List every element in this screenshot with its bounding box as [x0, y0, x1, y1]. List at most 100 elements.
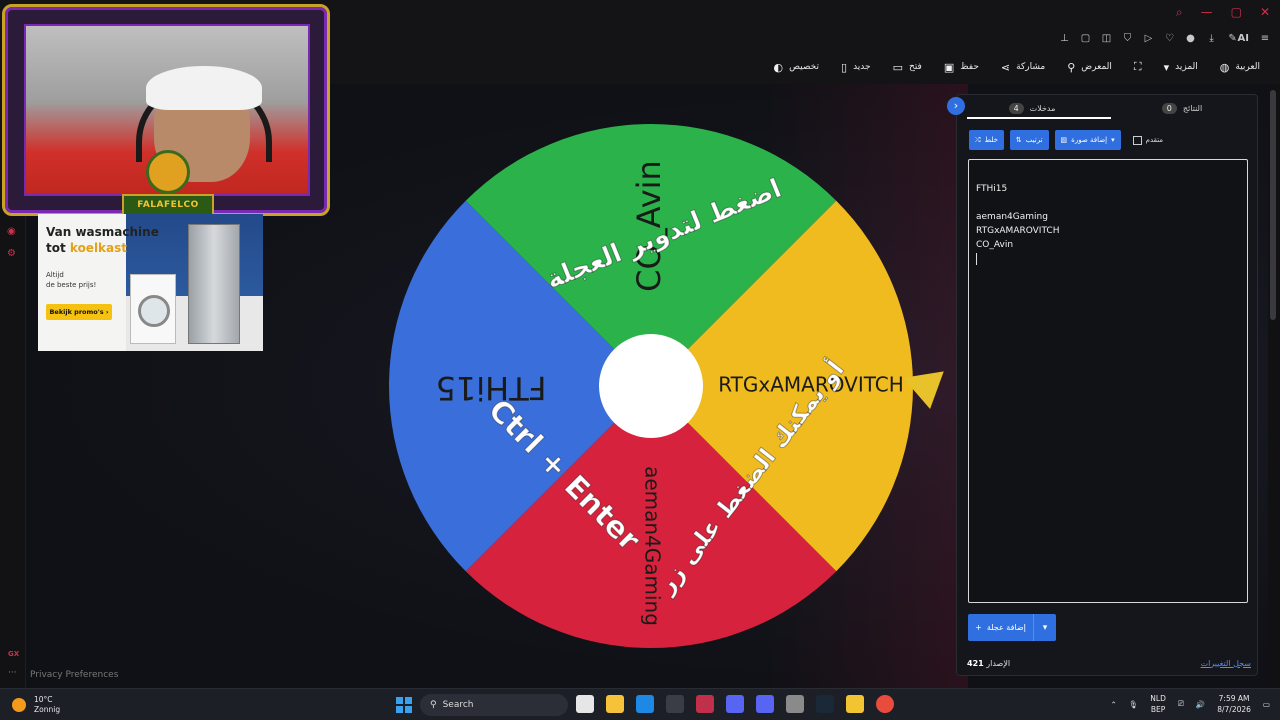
browser-search-icon[interactable]: ⌕ — [1176, 4, 1183, 20]
streamer-cap — [146, 66, 262, 110]
screenshot-icon[interactable]: ▢ — [1081, 33, 1091, 44]
ai-icon: ✎ — [1228, 32, 1237, 44]
language-button[interactable]: ◍ العربية — [1220, 61, 1260, 74]
sort-button[interactable]: ⇅ ترتيب — [1009, 130, 1049, 150]
camera-icon[interactable]: ◫ — [1102, 33, 1112, 44]
search-icon: ⚲ — [1067, 60, 1076, 74]
customize-button[interactable]: ◐ تخصيص — [774, 61, 819, 74]
file-explorer-icon[interactable] — [606, 695, 624, 713]
save-button[interactable]: ▣ حفظ — [944, 61, 979, 74]
pin-icon[interactable]: ⊥ — [1060, 33, 1070, 44]
text-caret — [976, 253, 977, 265]
channel-badge: FALAFELCO — [122, 150, 214, 224]
weather-widget[interactable]: 10°C Zonnig — [12, 695, 60, 715]
open-button[interactable]: ▭ فتح — [893, 61, 922, 74]
ad-subtitle-line1: Altijd — [46, 271, 64, 279]
fullscreen-button[interactable]: ⛶ — [1134, 60, 1142, 74]
opera-gx-icon[interactable] — [696, 695, 714, 713]
gx-label[interactable]: GX — [8, 650, 19, 658]
image-icon: ▨ — [1060, 136, 1068, 144]
notification-icon[interactable]: ▭ — [1263, 700, 1270, 709]
settings-icon[interactable]: ⚙ — [7, 248, 16, 259]
spin-wheel[interactable]: CO_Avin RTGxAMAROVITCH aeman4Gaming FTHi15 ا… — [387, 122, 915, 650]
chrome-icon[interactable] — [876, 695, 894, 713]
fullscreen-icon: ⛶ — [1133, 60, 1142, 73]
badge-text: FALAFELCO — [122, 194, 214, 216]
ad-title-word: tot — [46, 241, 70, 255]
shield-icon[interactable]: ⛉ — [1123, 33, 1133, 44]
sidebar-ad[interactable]: Van wasmachine tot koelkast Altijd de be… — [38, 214, 263, 351]
add-wheel-label: إضافة عجلة — [986, 623, 1026, 632]
profile-icon[interactable]: ● — [1186, 33, 1196, 44]
add-wheel-dropdown[interactable]: ▾ — [1034, 623, 1056, 633]
add-image-button[interactable]: ▨ إضافة صورة ▾ — [1054, 130, 1121, 150]
panel-footer: 421 الإصدار سجل التغييرات — [957, 651, 1257, 675]
minimize-icon[interactable]: — — [1201, 4, 1213, 20]
start-tile — [396, 697, 403, 704]
wheel-segment-label: aeman4Gaming — [641, 466, 665, 626]
clock[interactable]: 7:59 AM 8/7/2026 — [1217, 693, 1251, 715]
close-icon[interactable]: ✕ — [1260, 4, 1270, 20]
share-button[interactable]: ⋖ مشاركة — [1001, 61, 1045, 74]
taskbar-search[interactable]: ⚲ Search — [420, 694, 568, 716]
download-icon[interactable]: ⤓ — [1207, 33, 1217, 44]
privacy-preferences-link[interactable]: Privacy Preferences — [30, 670, 118, 680]
discord-icon[interactable] — [756, 695, 774, 713]
shuffle-button[interactable]: ⤮ خلط — [969, 130, 1004, 150]
add-wheel-button[interactable]: + إضافة عجلة ▾ — [968, 614, 1056, 641]
heart-icon[interactable]: ♡ — [1165, 33, 1175, 44]
sun-icon — [12, 698, 26, 712]
chevron-up-icon[interactable]: ⌃ — [1110, 700, 1116, 709]
tab-results-label: النتائج — [1182, 103, 1203, 113]
edge-icon[interactable] — [636, 695, 654, 713]
start-tile — [405, 697, 412, 704]
chevron-down-icon: ▾ — [1111, 136, 1115, 144]
instagram-icon[interactable]: ◉ — [7, 226, 16, 237]
collapse-panel-button[interactable]: › — [947, 97, 965, 115]
ad-subtitle: Altijd de beste prijs! — [46, 270, 96, 290]
active-tab-indicator — [967, 117, 1111, 119]
windows-taskbar: 10°C Zonnig ⚲ Search ⌃ 🎙 NLD BEP ⎚ 🔊 7:5… — [0, 688, 1280, 720]
extension-bar: ⊥ ▢ ◫ ⛉ ▷ ♡ ● ⤓ ✎AI ≡ — [320, 26, 1280, 50]
gallery-button[interactable]: ⚲ المعرض — [1067, 61, 1112, 74]
more-button[interactable]: ▾ المزيد — [1164, 61, 1198, 74]
shuffle-label: خلط — [984, 136, 998, 144]
maximize-icon[interactable]: ▢ — [1231, 4, 1242, 20]
language-indicator[interactable]: NLD BEP — [1150, 693, 1166, 715]
start-tile — [396, 706, 403, 713]
stream-deck-icon[interactable] — [726, 695, 744, 713]
menu-icon[interactable]: ≡ — [1260, 33, 1270, 44]
tab-results[interactable]: 0 النتائج — [1107, 95, 1257, 121]
add-wheel-main[interactable]: + إضافة عجلة — [968, 614, 1034, 641]
changelog-link[interactable]: سجل التغييرات — [1201, 659, 1251, 668]
more-dots-icon[interactable]: ··· — [8, 668, 17, 678]
more-label: المزيد — [1175, 62, 1198, 72]
entry-line: FTHi15 — [976, 184, 1008, 194]
ad-promo-button[interactable]: Bekijk promo's › — [46, 304, 112, 320]
chevron-down-icon: ▾ — [1163, 60, 1170, 74]
save-icon: ▣ — [943, 60, 955, 74]
steam-icon[interactable] — [816, 695, 834, 713]
entries-count-badge: 4 — [1008, 102, 1024, 114]
page-scrollbar[interactable] — [1270, 90, 1276, 320]
wheel-graphic[interactable]: CO_AvinRTGxAMAROVITCHaeman4GamingFTHi15ا… — [387, 122, 915, 650]
microphone-icon[interactable]: 🎙 — [1129, 700, 1139, 709]
task-view-icon[interactable] — [576, 695, 594, 713]
settings-icon[interactable] — [786, 695, 804, 713]
store-icon[interactable] — [666, 695, 684, 713]
start-button[interactable] — [396, 697, 412, 713]
notes-icon[interactable] — [846, 695, 864, 713]
results-count-badge: 0 — [1161, 102, 1177, 114]
clock-time: 7:59 AM — [1218, 694, 1250, 703]
new-button[interactable]: ▯ جديد — [841, 61, 871, 74]
palette-icon: ◐ — [773, 60, 784, 74]
volume-icon[interactable]: 🔊 — [1196, 700, 1205, 709]
advanced-checkbox[interactable]: متقدم — [1132, 135, 1163, 145]
wheel-center[interactable] — [599, 334, 703, 438]
ai-button[interactable]: ✎AI — [1228, 33, 1249, 44]
network-icon[interactable]: ⎚ — [1178, 699, 1184, 709]
play-icon[interactable]: ▷ — [1144, 33, 1154, 44]
new-label: جديد — [853, 62, 871, 72]
entries-textarea[interactable]: FTHi15 aeman4Gaming RTGxAMAROVITCH CO_Av… — [968, 159, 1248, 603]
checkbox-box[interactable] — [1132, 135, 1142, 145]
